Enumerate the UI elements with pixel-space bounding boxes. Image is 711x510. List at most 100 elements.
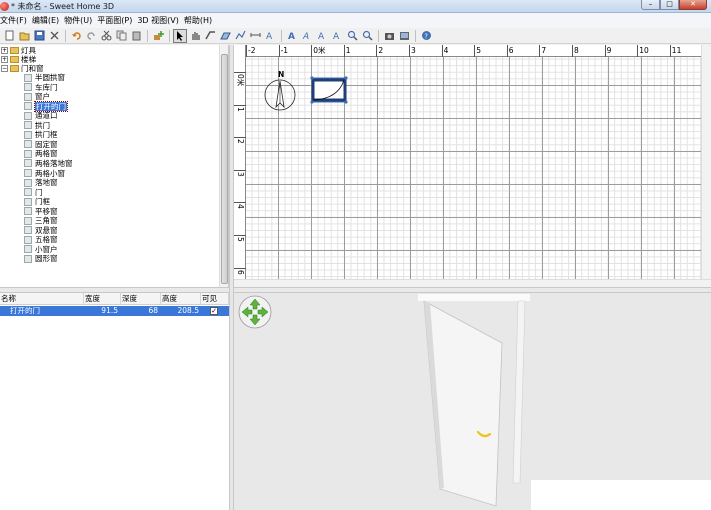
tree-item[interactable]: 车库门 [24,83,58,92]
menu-bar: 文件(F) 编辑(E) 物件(U) 平面图(P) 3D 视图(V) 帮助(H) [0,13,711,28]
maximize-button[interactable]: □ [660,0,679,10]
create-labels-icon[interactable]: A [263,29,277,43]
open-icon[interactable] [17,29,31,43]
tree-item[interactable]: 平移窗 [24,207,58,216]
tree-item-label: 门框 [35,197,50,207]
expand-icon[interactable]: + [1,56,8,63]
photo-icon[interactable] [382,29,396,43]
furniture-list: 名称 宽度 深度 高度 可见 打开的门 91.5 68 208.5 ✓ [0,293,229,510]
tree-item[interactable]: 打开的门 [24,100,68,112]
scrollbar-thumb[interactable] [221,54,228,284]
add-furniture-icon[interactable] [151,29,165,43]
scissors-icon[interactable] [99,29,113,43]
menu-file[interactable]: 文件(F) [0,13,32,28]
text-style-icon[interactable]: A [300,29,314,43]
tree-item[interactable]: 门框 [24,197,50,206]
tree-category-doors-windows[interactable]: − 门和窗 [1,64,44,73]
tree-item-label: 门 [35,187,43,197]
tree-item[interactable]: 圆形窗 [24,254,58,263]
text-style-icon[interactable]: A [315,29,329,43]
redo-icon[interactable] [84,29,98,43]
folder-icon [10,65,19,72]
column-visible[interactable]: 可见 [201,293,229,305]
3d-view[interactable] [234,293,711,510]
create-dimensions-icon[interactable] [248,29,262,43]
tree-item-label: 双悬窗 [35,225,58,235]
tree-category-lighting[interactable]: + 灯具 [1,46,36,55]
new-icon[interactable] [2,29,16,43]
tree-item-label: 半圆拱窗 [35,73,65,82]
menu-3d-view[interactable]: 3D 视图(V) [137,13,184,28]
tree-item[interactable]: 两格落地窗 [24,159,73,168]
tree-item[interactable]: 拱门 [24,121,50,130]
folder-icon [10,47,19,54]
visible-checkbox[interactable]: ✓ [210,307,218,315]
column-depth[interactable]: 深度 [121,293,161,305]
zoom-in-icon[interactable] [345,29,359,43]
tree-item[interactable]: 双悬窗 [24,226,58,235]
tree-item[interactable]: 小窗户 [24,245,58,254]
tree-item-label: 打开的门 [34,100,68,112]
video-icon[interactable] [397,29,411,43]
help-icon[interactable]: ? [419,29,433,43]
text-style-icon[interactable]: A [330,29,344,43]
tree-item[interactable]: 固定窗 [24,140,58,149]
tree-item[interactable]: 两格小窗 [24,169,65,178]
plan-vertical-scrollbar[interactable] [701,45,711,287]
tree-item[interactable]: 门 [24,188,43,197]
menu-plan[interactable]: 平面图(P) [97,13,137,28]
menu-furniture[interactable]: 物件(U) [64,13,97,28]
pan-icon[interactable] [188,29,202,43]
save-icon[interactable] [32,29,46,43]
menu-edit[interactable]: 编辑(E) [32,13,64,28]
door-plan-symbol[interactable] [310,76,348,104]
tree-item[interactable]: 半圆拱窗 [24,73,65,82]
table-row[interactable]: 打开的门 91.5 68 208.5 ✓ [0,306,229,316]
item-open-door-icon [24,102,32,111]
menu-help[interactable]: 帮助(H) [184,13,217,28]
zoom-out-icon[interactable] [360,29,374,43]
item-arch-icon [24,121,32,130]
folder-icon [10,56,19,63]
expand-icon[interactable]: + [1,47,8,54]
create-polylines-icon[interactable] [233,29,247,43]
catalog-scrollbar[interactable] [219,45,228,287]
tree-item[interactable]: 窗户 [24,92,50,101]
plan-view[interactable]: -2 -1 0米 1 2 3 4 5 6 7 8 9 10 11 0米 1 2 3 4 5 6 N [234,45,711,287]
item-five-pane-window-icon [24,235,32,244]
collapse-icon[interactable]: − [1,65,8,72]
tree-item[interactable]: 通道口 [24,111,58,120]
compass-icon[interactable] [264,79,296,111]
minimize-button[interactable]: – [641,0,660,10]
column-height[interactable]: 高度 [161,293,201,305]
tree-category-label: 楼梯 [21,55,36,64]
close-button[interactable]: ✕ [679,0,707,10]
item-triangle-window-icon [24,216,32,225]
column-name[interactable]: 名称 [0,293,84,305]
tree-item[interactable]: 五格窗 [24,235,58,244]
undo-icon[interactable] [69,29,83,43]
plan-horizontal-scrollbar[interactable] [234,279,711,287]
toolbar-separator [281,29,282,42]
toolbar-separator [169,29,170,42]
tree-item[interactable]: 两格窗 [24,149,58,158]
tree-item[interactable]: 三角窗 [24,216,58,225]
create-walls-icon[interactable] [203,29,217,43]
tree-item-label: 固定窗 [35,139,58,149]
tree-item[interactable]: 落地窗 [24,178,58,187]
tree-category-stairs[interactable]: + 楼梯 [1,55,36,64]
select-icon[interactable] [173,28,187,43]
column-width[interactable]: 宽度 [84,293,121,305]
tree-item-label: 小窗户 [35,244,58,254]
text-style-icon[interactable]: A [285,29,299,43]
tree-item-label: 两格落地窗 [35,158,73,168]
paste-icon[interactable] [129,29,143,43]
navigation-arrows-icon[interactable] [238,295,272,329]
toolbar-separator [415,29,416,42]
table-header: 名称 宽度 深度 高度 可见 [0,293,229,305]
copy-icon[interactable] [114,29,128,43]
cut-icon[interactable] [47,29,61,43]
tree-item[interactable]: 拱门框 [24,130,58,139]
create-rooms-icon[interactable] [218,29,232,43]
plan-drawing [264,76,348,111]
